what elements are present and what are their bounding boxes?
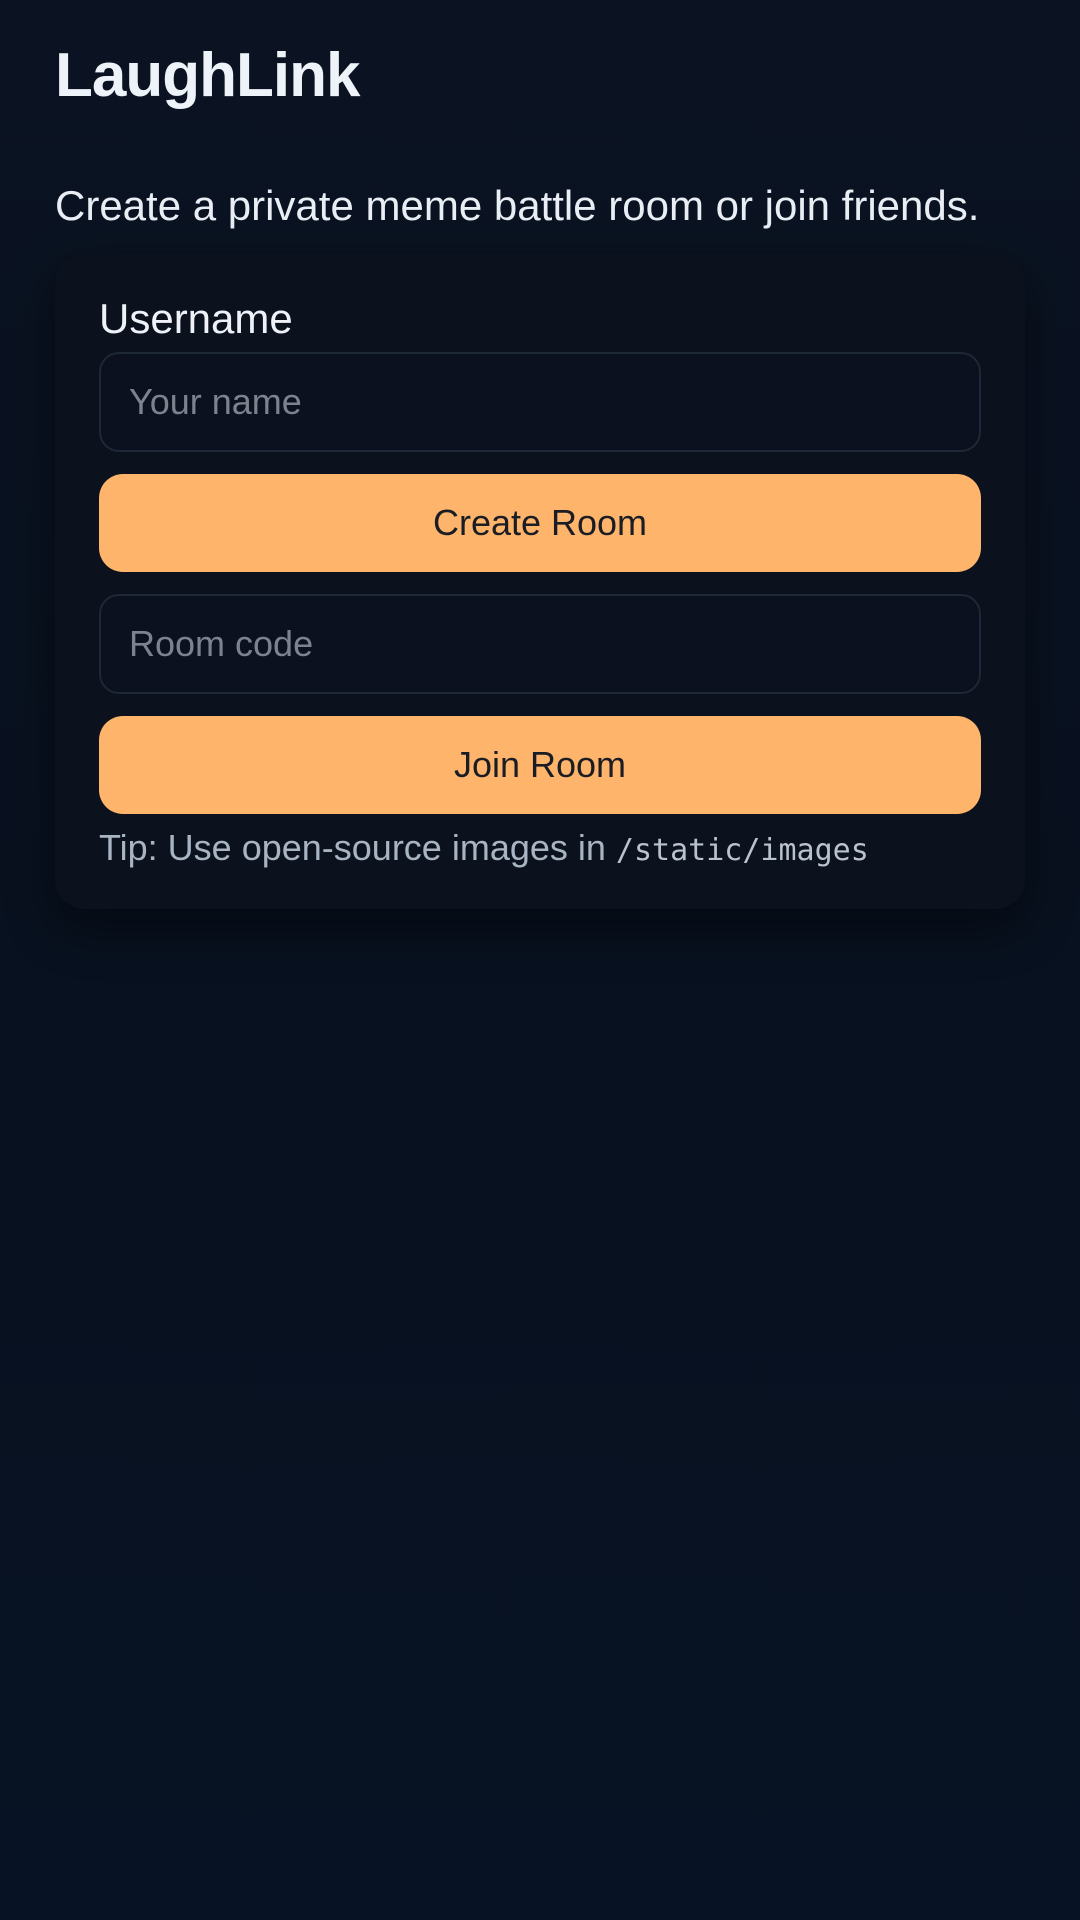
room-card: Username Create Room Join Room Tip: Use … [55, 254, 1025, 909]
create-room-button[interactable]: Create Room [99, 474, 981, 572]
page: LaughLink Create a private meme battle r… [0, 0, 1080, 1920]
tip-path: /static/images [615, 833, 869, 868]
page-subtitle: Create a private meme battle room or joi… [55, 182, 980, 229]
tip-text: Tip: Use open-source images in /static/i… [99, 826, 981, 873]
username-label: Username [99, 295, 293, 342]
app-title: LaughLink [55, 41, 360, 110]
join-room-button[interactable]: Join Room [99, 716, 981, 814]
room-code-input[interactable] [99, 594, 981, 694]
username-input[interactable] [99, 352, 981, 452]
tip-label: Tip: Use open-source images in [99, 827, 616, 868]
